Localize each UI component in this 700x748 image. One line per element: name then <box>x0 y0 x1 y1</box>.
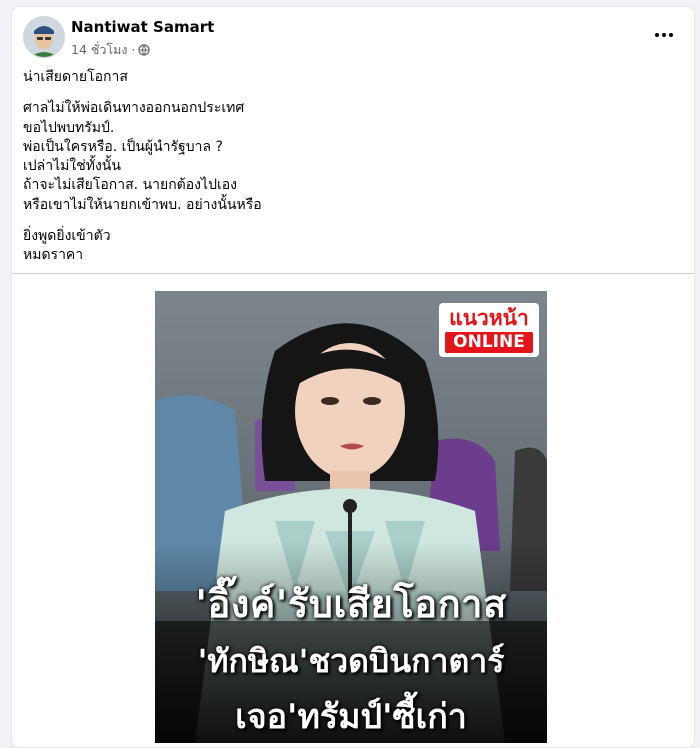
post-line: พ่อเป็นใครหรือ. เป็นผู้นำรัฐบาล ? <box>23 138 223 155</box>
post-line: ขอไปพบทรัมป์. <box>23 119 115 136</box>
logo-line2: ONLINE <box>445 332 533 353</box>
headline-line1: 'อิ๊งค์'รับเสียโอกาส <box>195 582 507 626</box>
headline-line2: 'ทักษิณ'ชวดบินกาตาร์ <box>197 642 505 680</box>
post-header: Nantiwat Samart 14 ชั่วโมง · <box>12 7 694 67</box>
more-dot <box>669 33 673 37</box>
post-line: น่าเสียดายโอกาส <box>23 69 128 85</box>
avatar[interactable] <box>23 16 65 58</box>
author-name[interactable]: Nantiwat Samart <box>71 18 214 36</box>
more-dot <box>655 33 659 37</box>
post-line: ศาลไม่ให้พ่อเดินทางออกนอกประเทศ <box>23 100 245 117</box>
more-dot <box>662 33 666 37</box>
post-card: Nantiwat Samart 14 ชั่วโมง · น่าเสียดายโ… <box>11 6 695 748</box>
post-line: หรือเขาไม่ให้นายกเข้าพบ. อย่างนั้นหรือ <box>23 196 262 213</box>
post-image[interactable]: แนวหน้า ONLINE 'อิ๊งค์'รับเสียโอกาส 'ทัก… <box>155 291 547 743</box>
logo-line1: แนวหน้า <box>449 306 529 330</box>
post-line: ถ้าจะไม่เสียโอกาส. นายกต้องไปเอง <box>23 177 237 194</box>
divider <box>12 273 694 274</box>
globe-icon[interactable] <box>138 44 150 56</box>
post-line: เปล่าไม่ใช่ทั้งนั้น <box>23 158 121 175</box>
post-line: หมดราคา <box>23 247 84 264</box>
avatar-image <box>24 17 64 57</box>
post-text: น่าเสียดายโอกาส ศาลไม่ให้พ่อเดินทางออกนอ… <box>23 68 663 266</box>
news-logo: แนวหน้า ONLINE <box>439 303 539 357</box>
post-time[interactable]: 14 ชั่วโมง · <box>71 40 135 60</box>
headline-line3: เจอ'ทรัมป์'ซี้เก่า <box>235 697 467 737</box>
more-options-icon[interactable] <box>648 23 680 47</box>
post-meta: 14 ชั่วโมง · <box>71 40 150 60</box>
post-line: ยิ่งพูดยิ่งเข้าตัว <box>23 228 111 245</box>
